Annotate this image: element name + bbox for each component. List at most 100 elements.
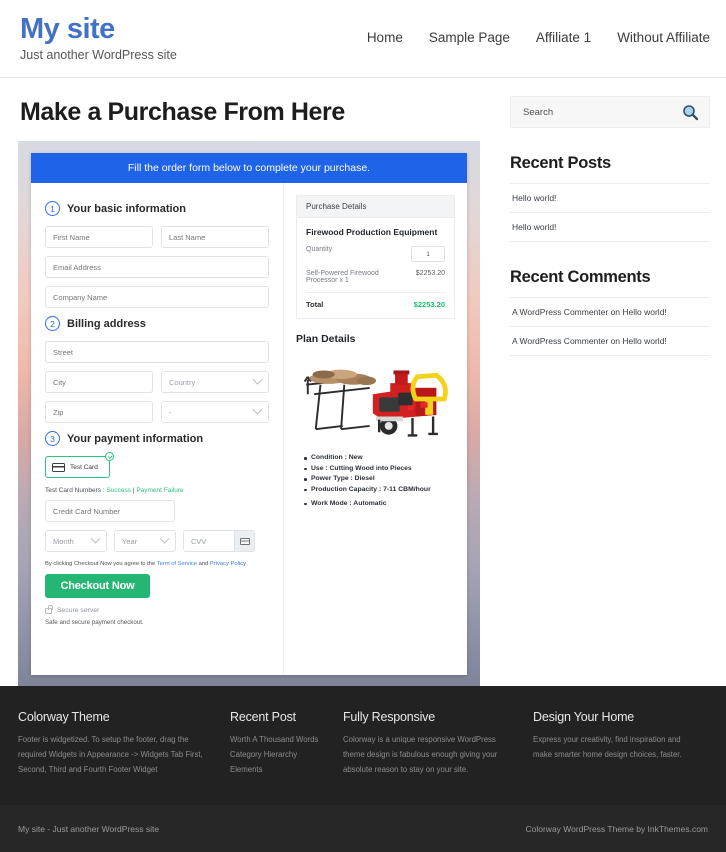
company-input[interactable] bbox=[45, 286, 269, 308]
step-1-header: 1 Your basic information bbox=[45, 201, 269, 216]
page-body: Make a Purchase From Here Fill the order… bbox=[0, 78, 726, 686]
plan-details-heading: Plan Details bbox=[296, 333, 356, 345]
list-item[interactable]: Elements bbox=[230, 762, 329, 777]
total-label: Total bbox=[306, 300, 324, 309]
first-name-input[interactable] bbox=[45, 226, 153, 248]
main-content: Make a Purchase From Here Fill the order… bbox=[0, 92, 500, 686]
recent-posts-title: Recent Posts bbox=[510, 154, 611, 172]
search-button[interactable] bbox=[682, 104, 699, 121]
test-card-option[interactable]: Test Card bbox=[45, 452, 114, 478]
state-select[interactable]: - bbox=[161, 401, 269, 423]
state-select-value: - bbox=[169, 407, 172, 417]
list-item[interactable]: Hello world! bbox=[510, 183, 710, 212]
search-icon bbox=[683, 104, 699, 120]
step-1-number: 1 bbox=[45, 201, 60, 216]
cvv-placeholder: CVV bbox=[191, 536, 207, 546]
footer-column-text: Colorway is a unique responsive WordPres… bbox=[343, 735, 498, 775]
search-widget bbox=[510, 96, 710, 128]
chevron-down-icon bbox=[90, 533, 101, 544]
cvv-card-icon bbox=[234, 531, 254, 551]
privacy-policy-link[interactable]: Privacy Policy bbox=[210, 561, 246, 567]
recent-post-link: Hello world! bbox=[512, 222, 557, 232]
step-1-label: Your basic information bbox=[67, 202, 186, 215]
total-amount: $2253.20 bbox=[413, 300, 445, 309]
expiry-cvv-row: Month Year CVV bbox=[45, 530, 269, 552]
spec-item: Work Mode : Automatic bbox=[304, 500, 455, 507]
footer-column-text: Express your creativity, find inspiratio… bbox=[533, 735, 682, 760]
list-item[interactable]: Worth A Thousand Words bbox=[230, 732, 329, 747]
copyright-bar: My site - Just another WordPress site Co… bbox=[0, 805, 726, 852]
selected-check-icon bbox=[105, 452, 114, 461]
lock-icon bbox=[45, 605, 53, 614]
terms-of-service-link[interactable]: Term of Service bbox=[157, 561, 197, 567]
nav-item-without-affiliate[interactable]: Without Affiliate bbox=[617, 30, 710, 45]
spec-item: Use : Cutting Wood into Pieces bbox=[304, 465, 455, 472]
quantity-row: Quantity 1 bbox=[306, 246, 445, 262]
site-tagline: Just another WordPress site bbox=[20, 48, 177, 63]
list-item[interactable]: Hello world! bbox=[510, 212, 710, 242]
footer-column-colorway-theme: Colorway Theme Footer is widgetized. To … bbox=[18, 710, 230, 805]
month-select-value: Month bbox=[53, 536, 74, 546]
list-item[interactable]: A WordPress Commenter on Hello world! bbox=[510, 297, 710, 326]
cvv-field[interactable]: CVV bbox=[183, 530, 255, 552]
total-row: Total $2253.20 bbox=[306, 300, 445, 309]
quantity-input[interactable]: 1 bbox=[411, 246, 445, 262]
city-country-row: Country bbox=[45, 371, 269, 393]
terms-prefix: By clicking Checkout Now you agree to th… bbox=[45, 561, 157, 567]
email-input[interactable] bbox=[45, 256, 269, 278]
footer-column-text: Footer is widgetized. To setup the foote… bbox=[18, 735, 203, 775]
footer-column-title: Recent Post bbox=[230, 710, 296, 724]
city-input[interactable] bbox=[45, 371, 153, 393]
street-row bbox=[45, 341, 269, 363]
test-card-label: Test Card bbox=[70, 463, 98, 471]
footer-column-title: Design Your Home bbox=[533, 710, 635, 724]
checkout-form: 1 Your basic information First Name Last… bbox=[31, 183, 284, 675]
step-3-header: 3 Your payment information bbox=[45, 431, 269, 446]
checkout-now-button[interactable]: Checkout Now bbox=[45, 574, 150, 598]
checkout-body: 1 Your basic information First Name Last… bbox=[31, 183, 467, 675]
credit-card-icon bbox=[52, 462, 65, 472]
street-input[interactable] bbox=[45, 341, 269, 363]
search-input[interactable] bbox=[521, 105, 682, 119]
step-3-label: Your payment information bbox=[67, 432, 204, 445]
checkout-background: Fill the order form below to complete yo… bbox=[18, 141, 480, 686]
company-row bbox=[45, 286, 269, 308]
terms-text: By clicking Checkout Now you agree to th… bbox=[45, 561, 269, 567]
recent-posts-list: Hello world! Hello world! bbox=[510, 183, 710, 242]
spec-item: Power Type : Diesel bbox=[304, 475, 455, 482]
test-card-success-link[interactable]: Success bbox=[106, 487, 131, 494]
test-card-failure-link[interactable]: Payment Failure bbox=[136, 487, 183, 494]
step-2-number: 2 bbox=[45, 316, 60, 331]
page-title: Make a Purchase From Here bbox=[20, 98, 345, 126]
purchase-details-heading: Purchase Details bbox=[297, 196, 454, 218]
brand: My site Just another WordPress site bbox=[20, 14, 320, 63]
line-item-label: Self-Powered Firewood Processor x 1 bbox=[306, 270, 379, 284]
nav-item-sample-page[interactable]: Sample Page bbox=[429, 30, 510, 45]
credit-card-input[interactable] bbox=[45, 500, 175, 522]
footer-column-title: Colorway Theme bbox=[18, 710, 110, 724]
copyright-right[interactable]: Colorway WordPress Theme by InkThemes.co… bbox=[526, 824, 709, 834]
country-select[interactable]: Country bbox=[161, 371, 269, 393]
last-name-input[interactable] bbox=[161, 226, 269, 248]
chevron-down-icon bbox=[252, 374, 263, 385]
credit-card-row bbox=[45, 500, 269, 522]
zip-input[interactable] bbox=[45, 401, 153, 423]
step-2-label: Billing address bbox=[67, 317, 146, 330]
year-select[interactable]: Year bbox=[114, 530, 176, 552]
zip-state-row: - bbox=[45, 401, 269, 423]
nav-item-affiliate-1[interactable]: Affiliate 1 bbox=[536, 30, 591, 45]
firewood-processor-image bbox=[303, 369, 448, 437]
name-row bbox=[45, 226, 269, 248]
quantity-label: Quantity bbox=[306, 246, 333, 253]
list-item[interactable]: A WordPress Commenter on Hello world! bbox=[510, 326, 710, 356]
nav-item-home[interactable]: Home bbox=[367, 30, 403, 45]
footer-post-list: Worth A Thousand Words Category Hierarch… bbox=[230, 732, 329, 778]
list-item[interactable]: Category Hierarchy bbox=[230, 747, 329, 762]
step-2-header: 2 Billing address bbox=[45, 316, 269, 331]
email-row bbox=[45, 256, 269, 278]
month-select[interactable]: Month bbox=[45, 530, 107, 552]
main-navigation: Home Sample Page Affiliate 1 Without Aff… bbox=[367, 30, 710, 45]
site-title[interactable]: My site bbox=[20, 14, 320, 45]
secure-server-row: Secure server bbox=[45, 605, 269, 614]
terms-and: and bbox=[197, 561, 210, 567]
